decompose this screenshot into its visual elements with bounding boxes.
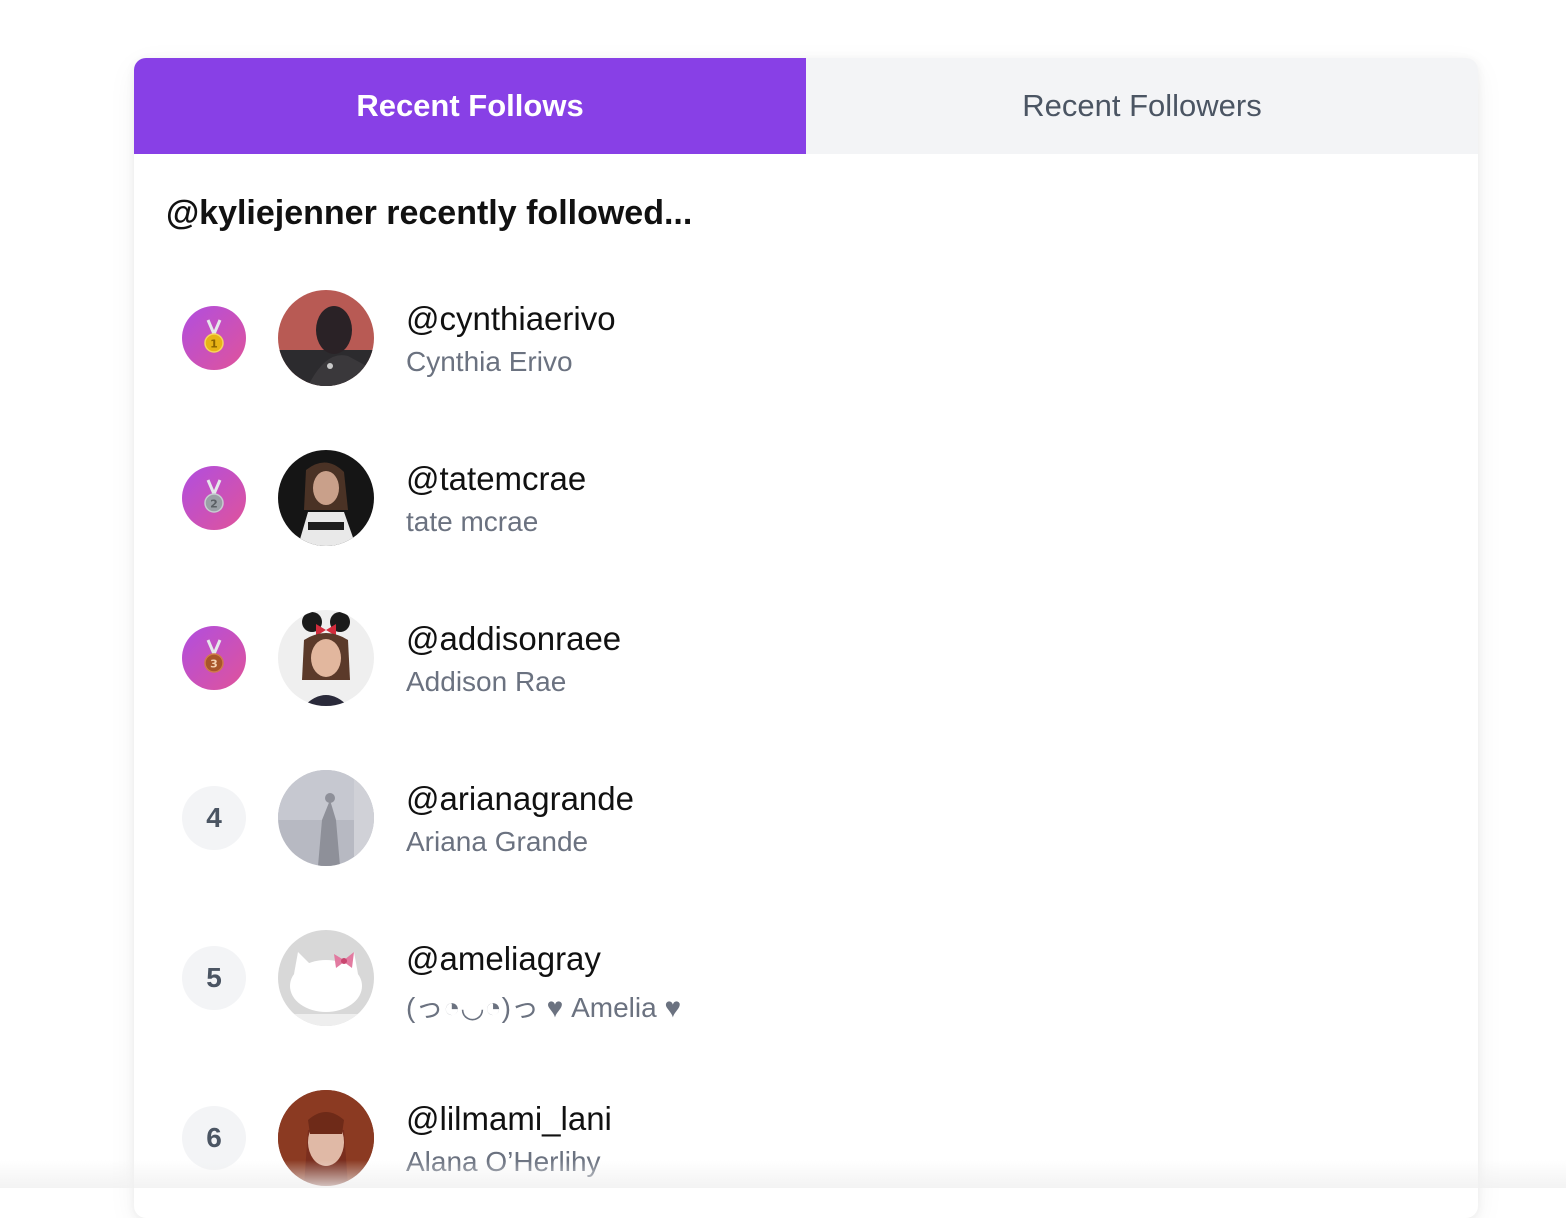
- avatar[interactable]: [278, 610, 374, 706]
- user-display-name: (っ◔◡◔)っ ♥ Amelia ♥: [406, 992, 682, 1023]
- avatar[interactable]: [278, 450, 374, 546]
- rank-badge: 5: [182, 946, 246, 1010]
- list-item[interactable]: 1 @cynthiaerivo Cynthia Erivo: [134, 290, 1478, 450]
- user-display-name: Ariana Grande: [406, 826, 589, 857]
- user-handle[interactable]: @cynthiaerivo: [406, 300, 616, 338]
- user-display-name: tate mcrae: [406, 506, 539, 537]
- avatar[interactable]: [278, 770, 374, 866]
- user-handle[interactable]: @addisonraee: [406, 620, 621, 658]
- tab-recent-follows[interactable]: Recent Follows: [134, 58, 806, 154]
- avatar[interactable]: [278, 290, 374, 386]
- tab-recent-followers[interactable]: Recent Followers: [806, 58, 1478, 154]
- list-item[interactable]: 5 @ameliagray (っ◔◡◔)っ ♥ Amelia ♥: [134, 930, 1478, 1090]
- svg-text:1: 1: [210, 338, 218, 351]
- svg-text:3: 3: [210, 658, 218, 671]
- gold-medal-icon: 1: [204, 319, 224, 353]
- user-display-name: Addison Rae: [406, 666, 567, 697]
- list-item[interactable]: 6 @lilmami_lani Alana O’Herlihy: [134, 1090, 1478, 1218]
- avatar[interactable]: [278, 1090, 374, 1186]
- tab-bar: Recent Follows Recent Followers: [134, 58, 1478, 154]
- rank-badge: 6: [182, 1106, 246, 1170]
- list-item[interactable]: 4 @arianagrande Ariana Grande: [134, 770, 1478, 930]
- list-item[interactable]: 3 @addisonraee Addison Rae: [134, 610, 1478, 770]
- rank-badge: 3: [182, 626, 246, 690]
- rank-badge: 2: [182, 466, 246, 530]
- list-heading: @kyliejenner recently followed...: [166, 194, 693, 232]
- user-handle[interactable]: @ameliagray: [406, 940, 601, 978]
- user-display-name: Cynthia Erivo: [406, 346, 573, 377]
- user-handle[interactable]: @lilmami_lani: [406, 1100, 612, 1138]
- svg-text:2: 2: [210, 498, 218, 511]
- list-item[interactable]: 2 @tatemcrae tate mcrae: [134, 450, 1478, 610]
- user-handle[interactable]: @tatemcrae: [406, 460, 586, 498]
- user-display-name: Alana O’Herlihy: [406, 1146, 601, 1177]
- rank-badge: 4: [182, 786, 246, 850]
- avatar[interactable]: [278, 930, 374, 1026]
- follows-list: 1 @cynthiaerivo Cynthia Erivo 2 @tatemcr…: [134, 290, 1478, 1218]
- follows-card: Recent Follows Recent Followers @kylieje…: [134, 58, 1478, 1218]
- bronze-medal-icon: 3: [204, 639, 224, 673]
- user-handle[interactable]: @arianagrande: [406, 780, 634, 818]
- rank-badge: 1: [182, 306, 246, 370]
- silver-medal-icon: 2: [204, 479, 224, 513]
